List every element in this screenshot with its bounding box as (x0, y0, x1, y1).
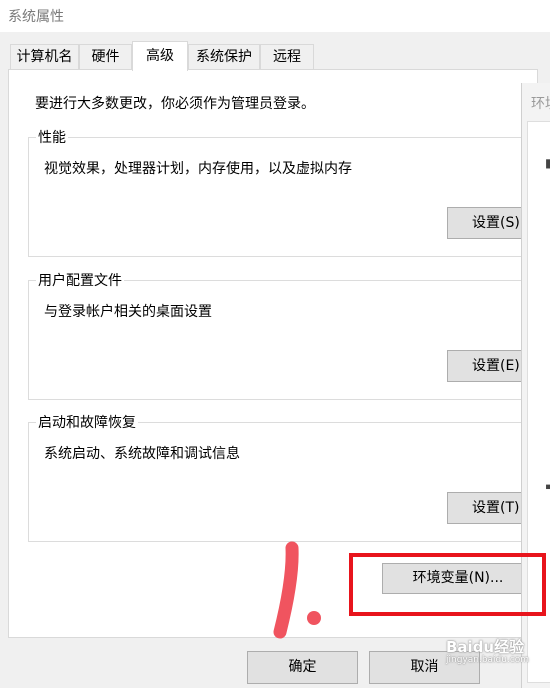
background-window-title: 环境变量 (531, 96, 550, 112)
step-annotation (262, 540, 332, 644)
performance-description: 视觉效果，处理器计划，内存使用，以及虚拟内存 (44, 161, 352, 177)
ok-button[interactable]: 确定 (247, 651, 358, 684)
performance-group (28, 137, 534, 257)
watermark-brand: Baidu经验 (446, 638, 525, 656)
performance-group-title: 性能 (36, 127, 68, 147)
watermark: Baidu经验 jingyan.baidu.com (446, 636, 529, 665)
background-window-fragment: ▮ (545, 156, 550, 170)
tab-hardware[interactable]: 硬件 (79, 44, 132, 69)
startup-recovery-group (28, 422, 534, 542)
watermark-url: jingyan.baidu.com (446, 655, 530, 665)
tab-system-protection[interactable]: 系统保护 (188, 44, 260, 69)
title-bar: 系统属性 (0, 0, 550, 32)
tab-advanced[interactable]: 高级 (132, 41, 188, 71)
user-profiles-group (28, 280, 534, 400)
user-profiles-group-title: 用户配置文件 (36, 270, 124, 290)
window-title: 系统属性 (8, 9, 64, 25)
admin-notice: 要进行大多数更改，你必须作为管理员登录。 (35, 96, 315, 112)
user-profiles-description: 与登录帐户相关的桌面设置 (44, 304, 212, 320)
startup-recovery-group-title: 启动和故障恢复 (36, 412, 138, 432)
startup-recovery-description: 系统启动、系统故障和调试信息 (44, 446, 240, 462)
background-window-fragment: ▬ (545, 479, 550, 493)
tab-remote[interactable]: 远程 (260, 44, 314, 69)
highlight-box (349, 553, 546, 616)
step-one-mark (273, 541, 321, 639)
tab-computer-name[interactable]: 计算机名 (10, 44, 79, 69)
